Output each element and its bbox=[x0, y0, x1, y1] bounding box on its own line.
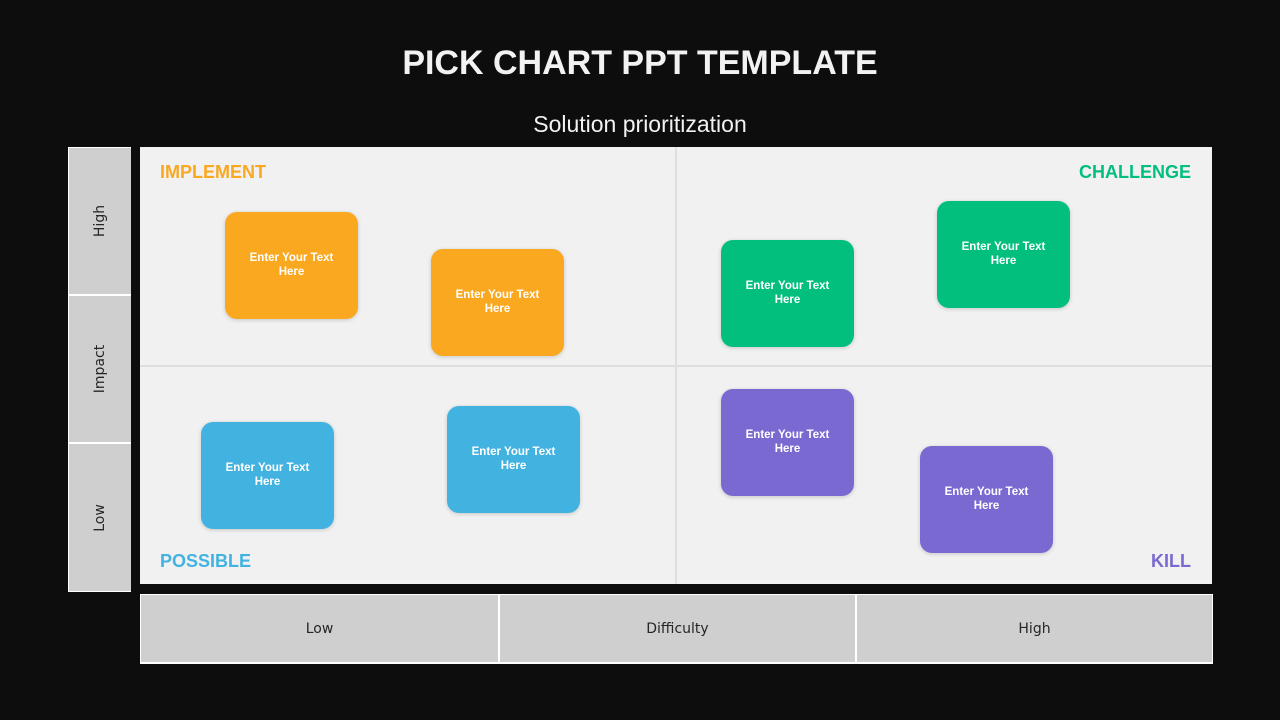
x-axis-low-cell: Low bbox=[141, 595, 498, 662]
card-text: Enter Your Text Here bbox=[961, 241, 1046, 267]
card-text: Enter Your Text Here bbox=[249, 252, 334, 278]
y-axis-low-label: Low bbox=[91, 503, 108, 532]
x-axis-title-cell: Difficulty bbox=[500, 595, 855, 662]
kill-card-1[interactable]: Enter Your Text Here bbox=[721, 389, 854, 496]
x-axis-high-label: High bbox=[1018, 620, 1051, 637]
card-text: Enter Your Text Here bbox=[944, 486, 1029, 512]
card-text: Enter Your Text Here bbox=[745, 429, 830, 455]
card-text: Enter Your Text Here bbox=[471, 446, 556, 472]
y-axis-high-cell: High bbox=[69, 148, 131, 294]
pick-chart-matrix: IMPLEMENT CHALLENGE POSSIBLE KILL Enter … bbox=[140, 147, 1212, 584]
y-axis-low-cell: Low bbox=[69, 444, 131, 591]
challenge-card-1[interactable]: Enter Your Text Here bbox=[721, 240, 854, 347]
implement-card-2[interactable]: Enter Your Text Here bbox=[431, 249, 564, 356]
x-axis-low-label: Low bbox=[305, 620, 334, 637]
quadrant-label-challenge: CHALLENGE bbox=[1079, 162, 1191, 182]
kill-card-2[interactable]: Enter Your Text Here bbox=[920, 446, 1053, 553]
card-text: Enter Your Text Here bbox=[225, 462, 310, 488]
page-subtitle: Solution prioritization bbox=[533, 111, 747, 137]
challenge-card-2[interactable]: Enter Your Text Here bbox=[937, 201, 1070, 308]
quadrant-label-possible: POSSIBLE bbox=[160, 551, 252, 571]
implement-card-1[interactable]: Enter Your Text Here bbox=[225, 212, 358, 319]
possible-card-2[interactable]: Enter Your Text Here bbox=[447, 406, 580, 513]
horizontal-divider bbox=[140, 365, 1212, 367]
card-text: Enter Your Text Here bbox=[745, 280, 830, 306]
page-title: PICK CHART PPT TEMPLATE bbox=[402, 44, 878, 82]
y-axis-high-label: High bbox=[92, 204, 108, 238]
quadrant-label-kill: KILL bbox=[1151, 551, 1191, 571]
quadrant-label-implement: IMPLEMENT bbox=[160, 162, 266, 182]
x-axis: Low Difficulty High bbox=[140, 594, 1213, 664]
x-axis-title: Difficulty bbox=[646, 620, 709, 637]
x-axis-high-cell: High bbox=[857, 595, 1212, 662]
y-axis: High Impact Low bbox=[68, 147, 131, 592]
possible-card-1[interactable]: Enter Your Text Here bbox=[201, 422, 334, 529]
y-axis-title: Impact bbox=[91, 344, 108, 394]
y-axis-title-cell: Impact bbox=[69, 296, 131, 442]
card-text: Enter Your Text Here bbox=[455, 289, 540, 315]
